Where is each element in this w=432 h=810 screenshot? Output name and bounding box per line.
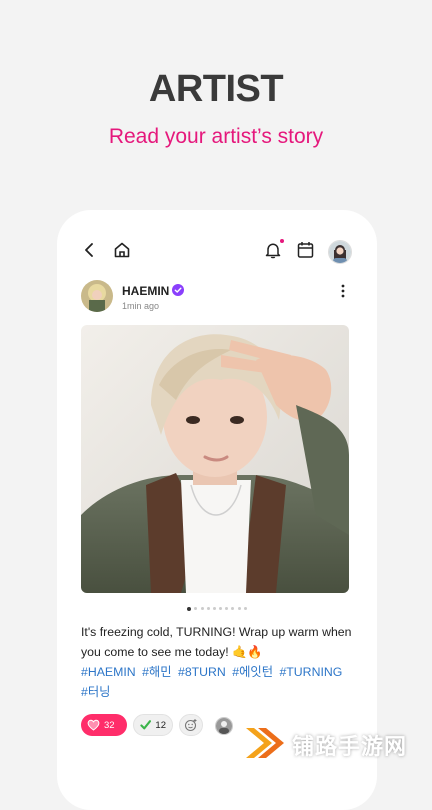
- promo-subtitle: Read your artist’s story: [108, 125, 324, 148]
- pagination-dot[interactable]: [225, 607, 229, 611]
- pagination-dot[interactable]: [206, 607, 210, 611]
- calendar-icon[interactable]: [297, 241, 314, 259]
- pagination-dot[interactable]: [219, 607, 223, 611]
- author-name[interactable]: HAEMIN: [122, 284, 169, 298]
- notification-dot: [280, 239, 284, 243]
- watermark-text: 铺路手游网: [292, 734, 408, 759]
- watermark: 铺路手游网: [236, 716, 432, 768]
- heart-reaction-button[interactable]: 32: [81, 714, 127, 736]
- top-navigation-bar: [57, 210, 377, 290]
- verified-badge-icon: [172, 284, 184, 296]
- hashtag-link[interactable]: #에잇턴: [232, 665, 273, 679]
- pagination-dot[interactable]: [243, 607, 247, 611]
- post-time: 1min ago: [122, 301, 160, 311]
- author-avatar[interactable]: [81, 280, 113, 312]
- check-icon: [140, 720, 152, 730]
- pagination-dot[interactable]: [187, 606, 192, 611]
- pagination-dot[interactable]: [200, 607, 204, 611]
- hashtag-link[interactable]: #해민: [142, 665, 171, 679]
- hashtag-list: #HAEMIN #해민 #8TURN #에잇턴 #TURNING #터닝: [81, 665, 345, 699]
- hashtag-link[interactable]: #TURNING: [279, 665, 342, 679]
- hashtag-link[interactable]: #8TURN: [178, 665, 226, 679]
- bell-icon[interactable]: [264, 241, 282, 259]
- pagination-dot[interactable]: [231, 607, 235, 611]
- viewer-avatar[interactable]: [215, 717, 233, 735]
- more-options-icon[interactable]: [339, 283, 347, 299]
- promo-title: ARTIST: [148, 68, 284, 110]
- post-photo[interactable]: [81, 325, 349, 593]
- caption-text: It's freezing cold, TURNING! Wrap up war…: [81, 625, 352, 659]
- back-icon[interactable]: [83, 242, 97, 258]
- add-reaction-button[interactable]: [179, 714, 203, 736]
- image-pagination: [57, 600, 377, 611]
- watermark-logo-icon: [246, 728, 284, 758]
- pagination-dot[interactable]: [212, 607, 216, 611]
- post-caption: It's freezing cold, TURNING! Wrap up war…: [81, 622, 357, 702]
- post-header: HAEMIN 1min ago: [81, 280, 353, 320]
- add-emoji-icon: [184, 719, 197, 732]
- pagination-dot[interactable]: [194, 607, 198, 611]
- profile-avatar[interactable]: [328, 240, 352, 264]
- heart-count: 32: [104, 719, 115, 731]
- home-icon[interactable]: [113, 241, 131, 259]
- check-reaction-button[interactable]: 12: [133, 714, 173, 736]
- hashtag-link[interactable]: #HAEMIN: [81, 665, 136, 679]
- hashtag-link[interactable]: #터닝: [81, 685, 110, 699]
- pagination-dot[interactable]: [237, 607, 241, 611]
- heart-icon: [87, 719, 100, 731]
- check-count: 12: [155, 719, 166, 731]
